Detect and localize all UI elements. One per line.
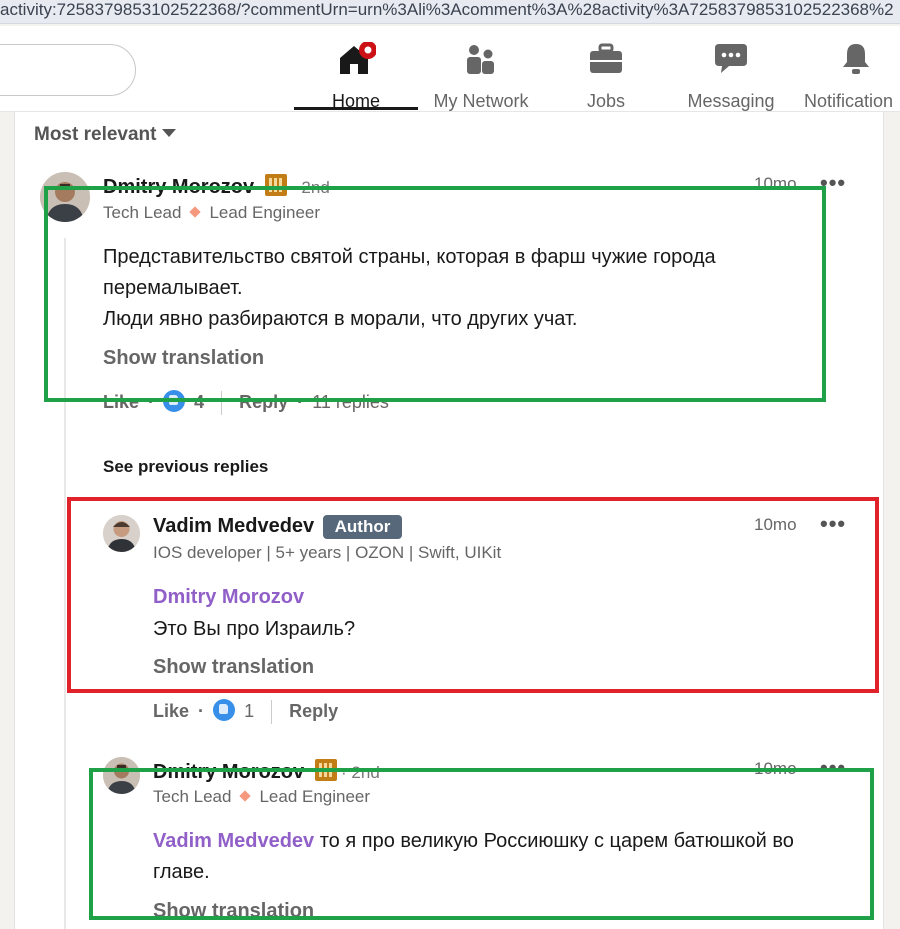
- divider: [271, 700, 273, 725]
- dot-separator: ·: [198, 701, 205, 721]
- reply-button[interactable]: Reply: [289, 701, 338, 721]
- nav-notifications-label: Notification: [804, 91, 894, 111]
- diamond-separator-icon: [239, 790, 252, 802]
- comment-line: перемалывает.: [103, 277, 243, 299]
- like-button[interactable]: Like: [103, 392, 139, 412]
- author-name[interactable]: Dmitry Morozov: [103, 176, 254, 198]
- sort-label: Most relevant: [34, 124, 157, 145]
- nav-jobs-label: Jobs: [586, 91, 626, 111]
- show-translation-link[interactable]: Show translation: [153, 656, 314, 679]
- search-input[interactable]: [0, 44, 136, 96]
- like-button[interactable]: Like: [153, 701, 189, 721]
- network-icon: [461, 42, 501, 76]
- show-translation-link[interactable]: Show translation: [153, 900, 314, 923]
- comment-line: Люди явно разбираются в морали, что друг…: [103, 308, 578, 330]
- like-reaction-icon[interactable]: [213, 699, 236, 721]
- reply-line: Vadim Medvedev то я про великую Россиюшк…: [153, 826, 863, 857]
- briefcase-icon: [586, 42, 626, 76]
- headline-part: Tech Lead: [103, 203, 182, 222]
- address-bar[interactable]: activity:7258379853102522368/?commentUrn…: [0, 0, 900, 24]
- home-icon: [336, 41, 377, 76]
- reply-actions: Like · 1 Reply: [153, 699, 338, 725]
- comment-actions: Like · 4 Reply · 11 replies: [103, 390, 389, 416]
- sort-dropdown[interactable]: Most relevant: [34, 124, 177, 146]
- reply-line-text: то я про великую Россиюшку с царем батюш…: [314, 830, 794, 852]
- comment-text: Представительство святой страны, которая…: [103, 242, 843, 335]
- reply-header: Dmitry Morozov · 2nd: [153, 759, 380, 784]
- show-translation-link[interactable]: Show translation: [103, 347, 264, 370]
- mention-name[interactable]: Vadim Medvedev: [153, 830, 314, 852]
- divider: [221, 391, 223, 416]
- reply-line: главе.: [153, 861, 210, 883]
- replies-count[interactable]: 11 replies: [312, 392, 389, 412]
- timestamp: 10mo: [754, 174, 797, 193]
- more-options-icon[interactable]: •••: [820, 513, 846, 535]
- reaction-count[interactable]: 4: [194, 392, 204, 412]
- dot-separator: ·: [297, 392, 304, 412]
- avatar[interactable]: [103, 515, 140, 552]
- mention-link[interactable]: Dmitry Morozov: [153, 582, 304, 613]
- more-options-icon[interactable]: •••: [820, 757, 846, 779]
- author-headline: IOS developer | 5+ years | OZON | Swift,…: [153, 543, 502, 562]
- nav-my-network-label: My Network: [433, 91, 529, 111]
- avatar[interactable]: [40, 172, 90, 222]
- nav-messaging-label: Messaging: [687, 91, 775, 111]
- author-badge: Author: [322, 515, 403, 539]
- employer-icon: [264, 174, 287, 196]
- connection-degree: · 2nd: [341, 763, 380, 782]
- thread-line: [64, 238, 66, 929]
- reply-button[interactable]: Reply: [239, 392, 288, 412]
- timestamp: 10mo: [754, 759, 797, 778]
- caret-down-icon: [162, 129, 177, 137]
- reaction-count[interactable]: 1: [244, 701, 254, 721]
- author-name[interactable]: Dmitry Morozov: [153, 761, 304, 783]
- messaging-icon: [711, 42, 751, 76]
- top-navigation: Home My Network Jobs Messaging Notificat…: [0, 26, 900, 112]
- more-options-icon[interactable]: •••: [820, 172, 846, 194]
- nav-notifications[interactable]: Notification: [794, 36, 900, 112]
- comment-header: Dmitry Morozov · 2nd: [103, 174, 330, 199]
- nav-messaging[interactable]: Messaging: [669, 36, 793, 112]
- mention-name[interactable]: Dmitry Morozov: [153, 586, 304, 608]
- nav-my-network[interactable]: My Network: [419, 36, 543, 112]
- active-tab-indicator: [294, 107, 418, 110]
- comment-line: Представительство святой страны, которая…: [103, 246, 716, 268]
- like-reaction-icon[interactable]: [163, 390, 186, 412]
- bell-icon: [836, 42, 876, 76]
- author-headline: Tech Lead Lead Engineer: [103, 203, 320, 223]
- nav-home[interactable]: Home: [294, 36, 418, 112]
- reply-text: Vadim Medvedev то я про великую Россиюшк…: [153, 826, 863, 888]
- url-text: activity:7258379853102522368/?commentUrn…: [0, 0, 894, 19]
- reply-text: Это Вы про Израиль?: [153, 618, 356, 640]
- timestamp: 10mo: [754, 515, 797, 534]
- headline-part: Lead Engineer: [259, 787, 371, 806]
- nav-jobs[interactable]: Jobs: [544, 36, 668, 112]
- dot-separator: ·: [148, 392, 155, 412]
- employer-icon: [314, 759, 337, 781]
- connection-degree: · 2nd: [291, 178, 330, 197]
- see-previous-replies-button[interactable]: See previous replies: [103, 457, 268, 477]
- author-name[interactable]: Vadim Medvedev: [153, 515, 314, 537]
- diamond-separator-icon: [189, 206, 202, 218]
- headline-part: Lead Engineer: [209, 203, 321, 222]
- reply-header: Vadim Medvedev Author: [153, 515, 403, 539]
- avatar[interactable]: [103, 757, 140, 794]
- author-headline: Tech Lead Lead Engineer: [153, 787, 370, 807]
- headline-part: Tech Lead: [153, 787, 232, 806]
